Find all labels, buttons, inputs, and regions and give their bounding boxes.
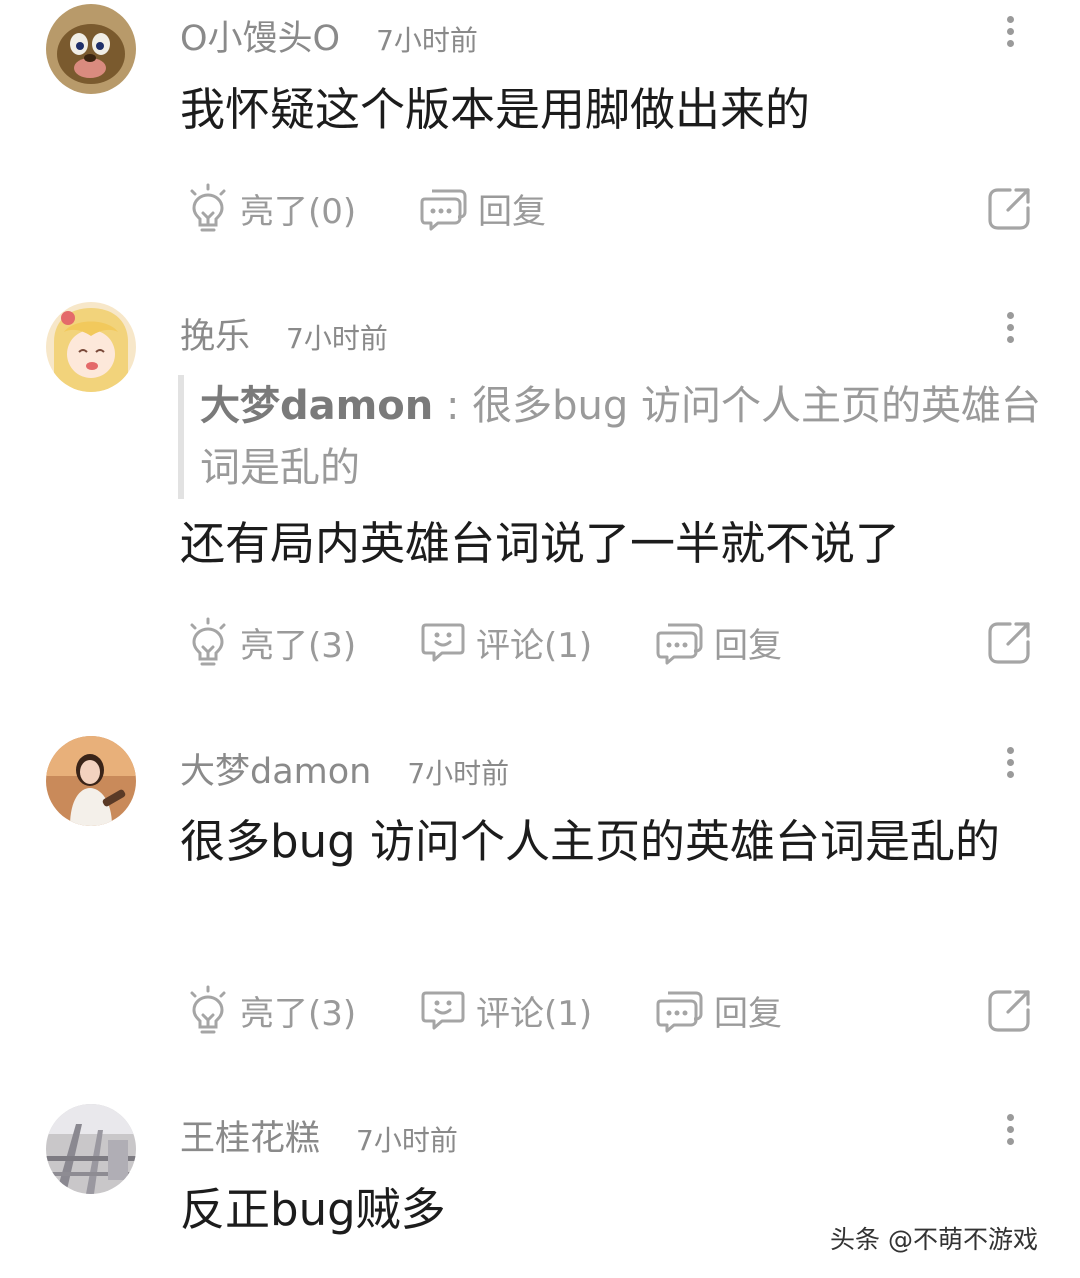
- reply-button[interactable]: 回复: [656, 612, 782, 672]
- quoted-author[interactable]: 大梦damon: [200, 383, 433, 429]
- action-bar: 亮了(3) 评论(1) 回复: [0, 980, 1080, 1040]
- more-vertical-icon[interactable]: [992, 12, 1028, 52]
- comment-count: 评论(1): [476, 993, 593, 1034]
- action-bar: 亮了(3) 评论(1) 回复: [0, 612, 1080, 672]
- action-bar: 亮了(0) 回复: [0, 178, 1080, 238]
- timestamp: 7小时前: [407, 757, 510, 790]
- reply-bubble-icon: [656, 991, 703, 1033]
- comment-header: O小馒头O 7小时前: [180, 10, 478, 61]
- avatar[interactable]: [46, 736, 136, 826]
- reply-bubble-icon: [420, 189, 467, 231]
- lightbulb-icon: [190, 617, 226, 666]
- watermark: 头条 @不萌不游戏: [830, 1225, 1038, 1254]
- username[interactable]: 挽乐: [180, 308, 250, 359]
- quote-separator: :: [433, 383, 473, 429]
- comment-count: 评论(1): [476, 625, 593, 666]
- like-count: 亮了(3): [240, 993, 357, 1034]
- share-icon[interactable]: [986, 186, 1032, 232]
- avatar[interactable]: [46, 4, 136, 94]
- like-button[interactable]: 亮了(0): [186, 178, 356, 238]
- comment-button[interactable]: 评论(1): [420, 980, 592, 1040]
- more-vertical-icon[interactable]: [992, 1110, 1028, 1150]
- username[interactable]: O小馒头O: [180, 10, 340, 61]
- comment-header: 大梦damon 7小时前: [180, 743, 509, 794]
- reply-label: 回复: [714, 993, 782, 1034]
- reply-button[interactable]: 回复: [420, 178, 546, 238]
- comment-header: 王桂花糕 7小时前: [180, 1110, 458, 1161]
- reply-label: 回复: [478, 191, 546, 232]
- reply-label: 回复: [714, 625, 782, 666]
- like-button[interactable]: 亮了(3): [186, 980, 356, 1040]
- comment-text: 还有局内英雄台词说了一半就不说了: [180, 517, 901, 570]
- comment-text: 我怀疑这个版本是用脚做出来的: [180, 83, 811, 136]
- avatar[interactable]: [46, 1104, 136, 1194]
- more-vertical-icon[interactable]: [992, 743, 1028, 783]
- more-vertical-icon[interactable]: [992, 308, 1028, 348]
- comment-bubble-icon: [421, 623, 465, 662]
- comment-header: 挽乐 7小时前: [180, 308, 388, 359]
- like-count: 亮了(0): [240, 191, 357, 232]
- comment-text: 很多bug 访问个人主页的英雄台词是乱的: [180, 815, 1000, 868]
- timestamp: 7小时前: [376, 24, 478, 57]
- quoted-reply[interactable]: 大梦damon : 很多bug 访问个人主页的英雄台词是乱的: [178, 375, 1050, 499]
- username[interactable]: 大梦damon: [180, 743, 371, 794]
- share-icon[interactable]: [986, 620, 1032, 666]
- reply-bubble-icon: [656, 623, 703, 665]
- share-icon[interactable]: [986, 988, 1032, 1034]
- like-count: 亮了(3): [240, 625, 357, 666]
- lightbulb-icon: [190, 985, 226, 1034]
- reply-button[interactable]: 回复: [656, 980, 782, 1040]
- avatar[interactable]: [46, 302, 136, 392]
- timestamp: 7小时前: [356, 1124, 458, 1157]
- username[interactable]: 王桂花糕: [180, 1110, 320, 1161]
- timestamp: 7小时前: [286, 322, 388, 355]
- lightbulb-icon: [190, 183, 226, 232]
- comment-button[interactable]: 评论(1): [420, 612, 592, 672]
- like-button[interactable]: 亮了(3): [186, 612, 356, 672]
- comment-bubble-icon: [421, 991, 465, 1030]
